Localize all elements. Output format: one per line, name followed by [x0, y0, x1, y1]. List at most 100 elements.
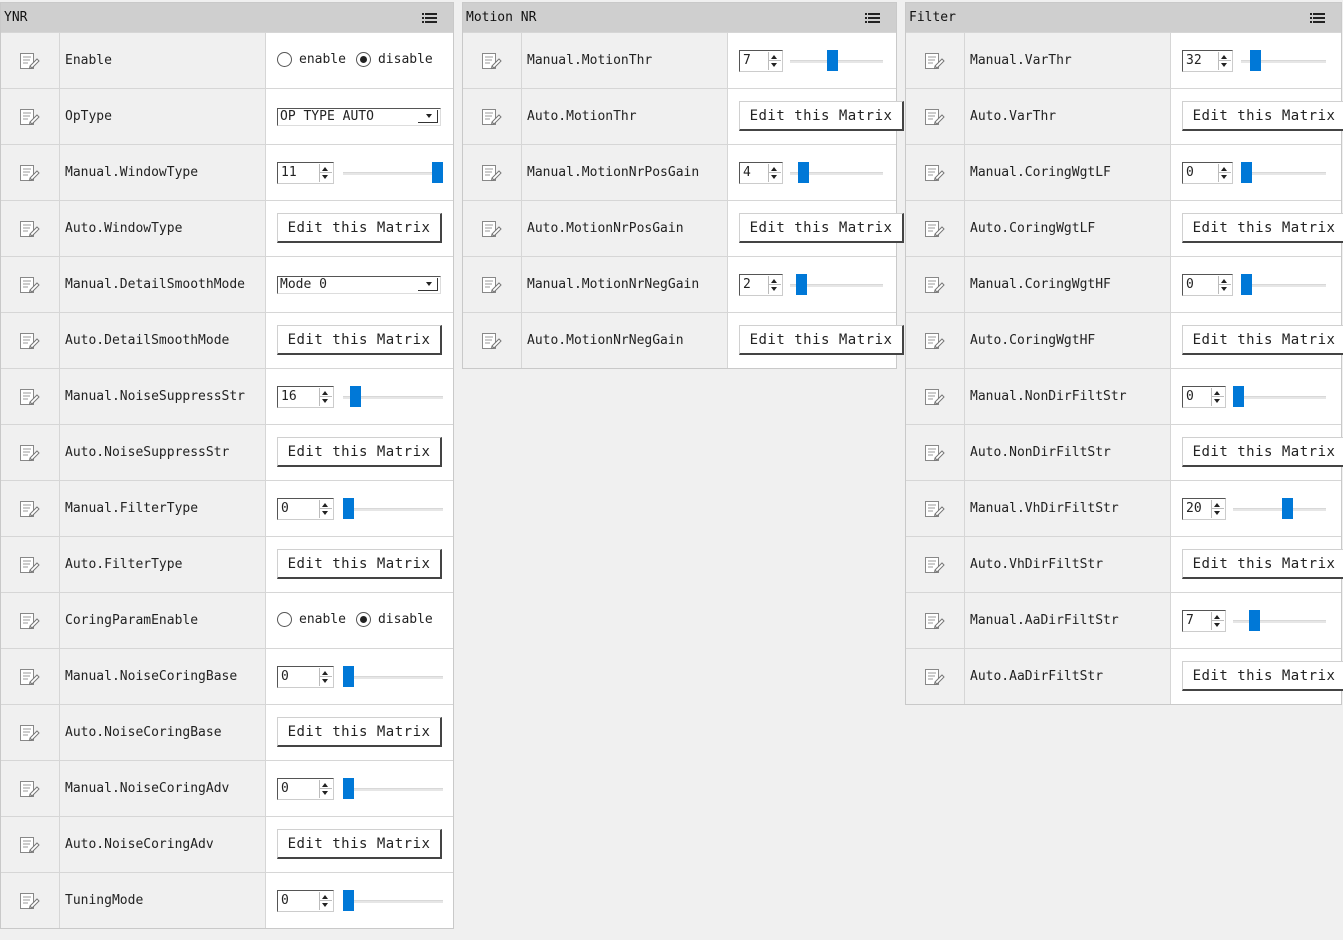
arrow-down-icon[interactable] [322, 679, 328, 683]
edit-document-icon[interactable] [1, 369, 60, 424]
edit-document-icon[interactable] [906, 425, 965, 480]
edit-document-icon[interactable] [906, 257, 965, 312]
radio-enable[interactable]: enable [277, 612, 346, 627]
edit-document-icon[interactable] [906, 33, 965, 88]
arrow-down-icon[interactable] [322, 175, 328, 179]
edit-document-icon[interactable] [463, 33, 522, 88]
arrow-up-icon[interactable] [1214, 391, 1220, 395]
value-spinbox[interactable]: 16 [277, 386, 334, 408]
edit-document-icon[interactable] [1, 593, 60, 648]
chevron-down-icon[interactable] [418, 110, 438, 123]
edit-document-icon[interactable] [1, 257, 60, 312]
edit-matrix-button[interactable]: Edit this Matrix [1182, 101, 1343, 131]
radio-circle[interactable] [277, 612, 292, 627]
edit-document-icon[interactable] [1, 425, 60, 480]
spin-arrows[interactable] [1218, 276, 1231, 294]
edit-matrix-button[interactable]: Edit this Matrix [277, 829, 442, 859]
arrow-up-icon[interactable] [322, 503, 328, 507]
arrow-down-icon[interactable] [771, 287, 777, 291]
arrow-down-icon[interactable] [322, 511, 328, 515]
arrow-down-icon[interactable] [322, 903, 328, 907]
arrow-up-icon[interactable] [322, 783, 328, 787]
edit-document-icon[interactable] [1, 761, 60, 816]
slider-track[interactable] [343, 172, 443, 175]
spin-arrows[interactable] [1211, 500, 1224, 518]
spin-arrows[interactable] [319, 388, 332, 406]
spin-arrows[interactable] [319, 500, 332, 518]
edit-document-icon[interactable] [906, 481, 965, 536]
edit-matrix-button[interactable]: Edit this Matrix [739, 325, 904, 355]
arrow-down-icon[interactable] [322, 399, 328, 403]
slider-thumb[interactable] [798, 162, 809, 183]
value-spinbox[interactable]: 4 [739, 162, 783, 184]
slider-track[interactable] [343, 788, 443, 791]
arrow-up-icon[interactable] [771, 55, 777, 59]
value-spinbox[interactable]: 7 [1182, 610, 1226, 632]
edit-document-icon[interactable] [906, 649, 965, 704]
arrow-down-icon[interactable] [771, 175, 777, 179]
value-spinbox[interactable]: 20 [1182, 498, 1226, 520]
value-spinbox[interactable]: 2 [739, 274, 783, 296]
arrow-up-icon[interactable] [322, 167, 328, 171]
edit-matrix-button[interactable]: Edit this Matrix [1182, 325, 1343, 355]
arrow-up-icon[interactable] [1221, 167, 1227, 171]
edit-matrix-button[interactable]: Edit this Matrix [277, 717, 442, 747]
edit-document-icon[interactable] [1, 201, 60, 256]
edit-matrix-button[interactable]: Edit this Matrix [739, 101, 904, 131]
value-spinbox[interactable]: 0 [277, 890, 334, 912]
arrow-down-icon[interactable] [1221, 63, 1227, 67]
slider-track[interactable] [1233, 620, 1326, 623]
spin-arrows[interactable] [768, 52, 781, 70]
edit-document-icon[interactable] [1, 817, 60, 872]
edit-matrix-button[interactable]: Edit this Matrix [1182, 661, 1343, 691]
slider-thumb[interactable] [350, 386, 361, 407]
value-spinbox[interactable]: 0 [1182, 162, 1233, 184]
arrow-up-icon[interactable] [771, 279, 777, 283]
radio-circle[interactable] [355, 52, 371, 67]
edit-matrix-button[interactable]: Edit this Matrix [277, 325, 442, 355]
arrow-down-icon[interactable] [1214, 511, 1220, 515]
slider-track[interactable] [1241, 172, 1326, 175]
slider-thumb[interactable] [343, 890, 354, 911]
edit-document-icon[interactable] [463, 257, 522, 312]
radio-disable[interactable]: disable [355, 612, 433, 627]
slider-track[interactable] [1241, 284, 1326, 287]
edit-document-icon[interactable] [1, 481, 60, 536]
radio-circle[interactable] [355, 612, 371, 627]
spin-arrows[interactable] [319, 780, 332, 798]
value-spinbox[interactable]: 0 [1182, 386, 1226, 408]
edit-document-icon[interactable] [1, 89, 60, 144]
slider-thumb[interactable] [1241, 274, 1252, 295]
slider-track[interactable] [1233, 396, 1326, 399]
edit-matrix-button[interactable]: Edit this Matrix [1182, 437, 1343, 467]
value-spinbox[interactable]: 0 [1182, 274, 1233, 296]
slider-thumb[interactable] [432, 162, 443, 183]
slider-track[interactable] [343, 508, 443, 511]
edit-document-icon[interactable] [906, 593, 965, 648]
edit-document-icon[interactable] [1, 873, 60, 928]
arrow-up-icon[interactable] [1221, 279, 1227, 283]
edit-document-icon[interactable] [1, 705, 60, 760]
edit-document-icon[interactable] [1, 537, 60, 592]
arrow-up-icon[interactable] [322, 391, 328, 395]
spin-arrows[interactable] [319, 668, 332, 686]
arrow-down-icon[interactable] [1214, 399, 1220, 403]
slider-thumb[interactable] [1282, 498, 1293, 519]
edit-document-icon[interactable] [906, 369, 965, 424]
spin-arrows[interactable] [1218, 52, 1231, 70]
value-spinbox[interactable]: 0 [277, 498, 334, 520]
spin-arrows[interactable] [1211, 612, 1224, 630]
arrow-up-icon[interactable] [1214, 615, 1220, 619]
edit-matrix-button[interactable]: Edit this Matrix [1182, 213, 1343, 243]
slider-thumb[interactable] [343, 666, 354, 687]
arrow-up-icon[interactable] [322, 895, 328, 899]
edit-matrix-button[interactable]: Edit this Matrix [277, 549, 442, 579]
edit-matrix-button[interactable]: Edit this Matrix [739, 213, 904, 243]
edit-document-icon[interactable] [463, 313, 522, 368]
arrow-up-icon[interactable] [771, 167, 777, 171]
edit-document-icon[interactable] [463, 145, 522, 200]
edit-matrix-button[interactable]: Edit this Matrix [1182, 549, 1343, 579]
value-spinbox[interactable]: 0 [277, 778, 334, 800]
edit-document-icon[interactable] [906, 89, 965, 144]
arrow-up-icon[interactable] [1214, 503, 1220, 507]
